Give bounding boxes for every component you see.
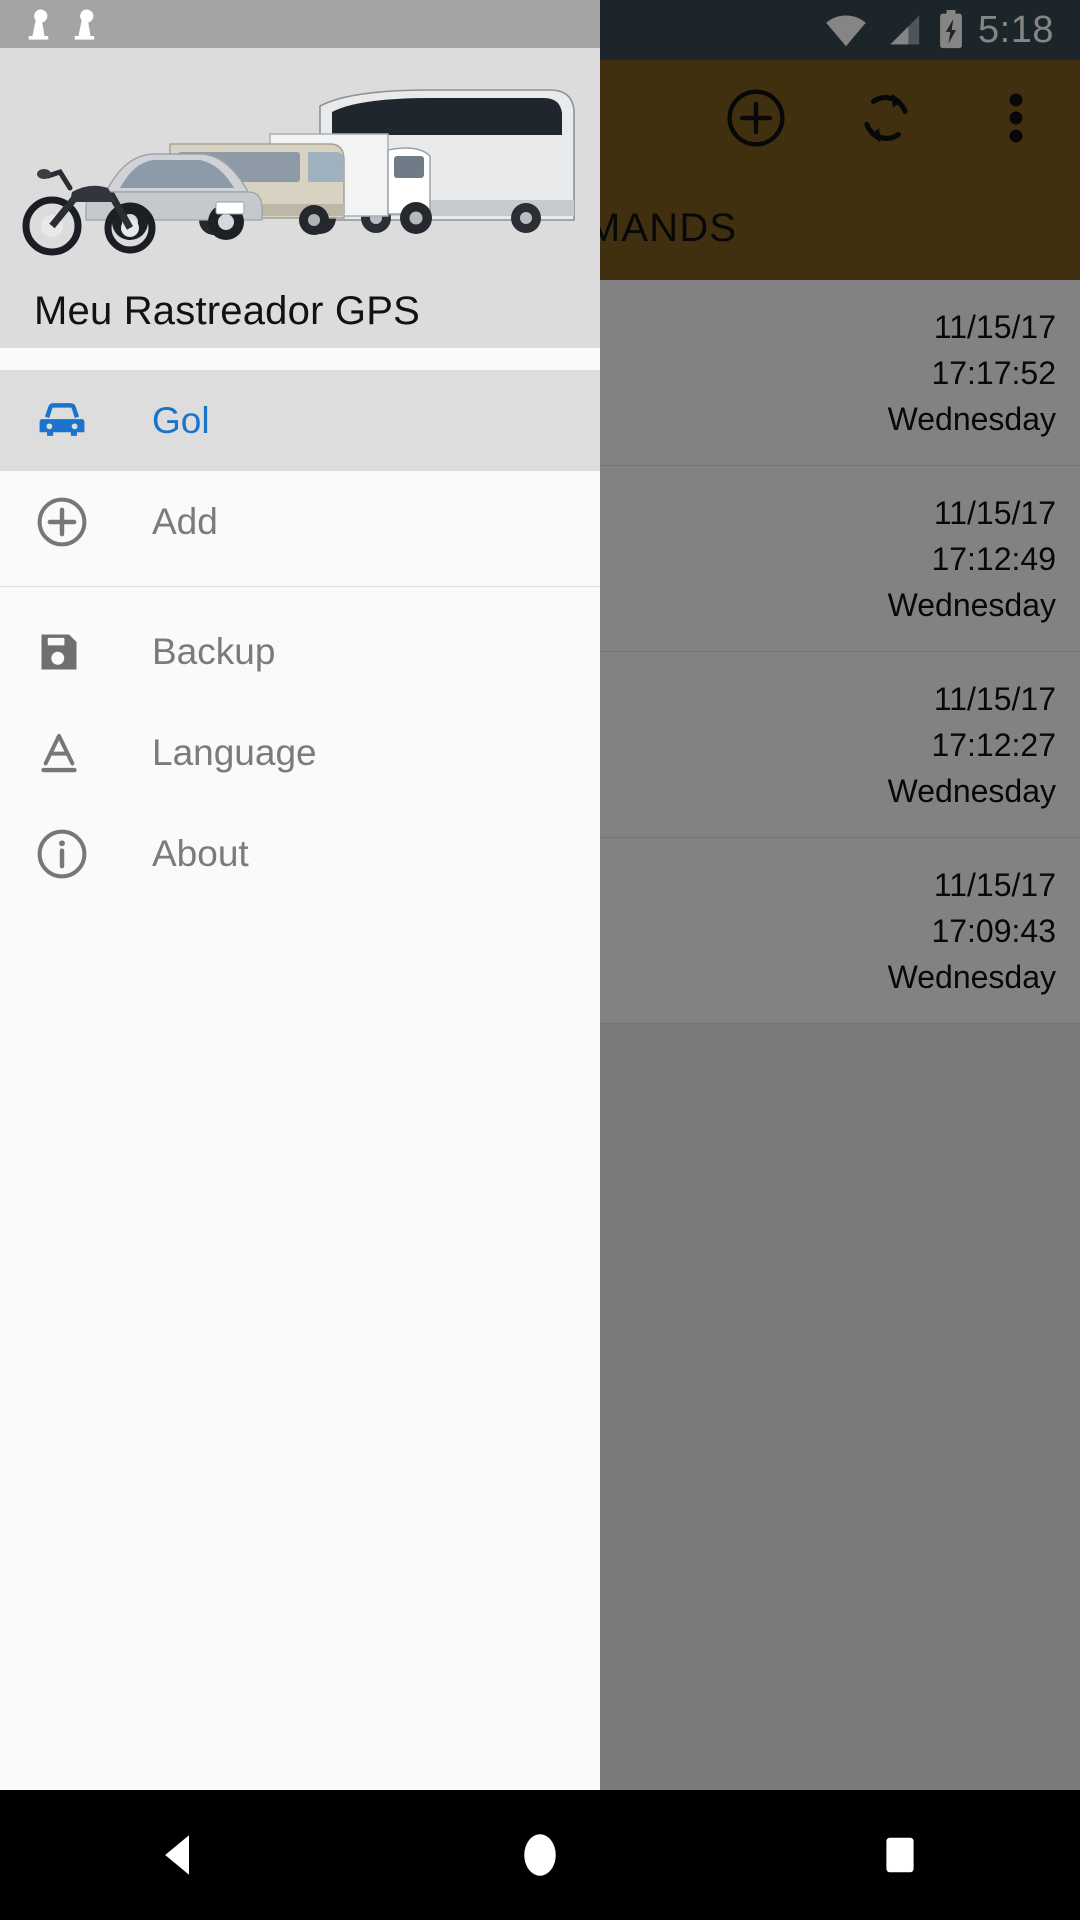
recents-square-icon[interactable]: [810, 1790, 990, 1920]
save-floppy-icon: [34, 627, 110, 677]
home-circle-icon[interactable]: [450, 1790, 630, 1920]
info-circle-icon: [34, 826, 110, 882]
satellite-tracker-free-icon: [28, 9, 49, 40]
sidebar-item-label: Gol: [152, 399, 210, 441]
drawer-status-overlay: [0, 0, 600, 48]
vehicle-fleet-photo: [22, 89, 575, 256]
add-circle-icon: [34, 494, 110, 550]
satellite-tracker-icon: [74, 9, 95, 40]
sidebar-item-label: Backup: [152, 630, 276, 672]
car-icon: [34, 393, 110, 449]
sidebar-item-label: Add: [152, 500, 218, 542]
sidebar-item-label: About: [152, 832, 249, 874]
drawer-header-title: Meu Rastreador GPS: [34, 289, 420, 333]
translate-a-icon: [34, 728, 110, 778]
sidebar-divider: [0, 586, 600, 587]
phone-screen: 5:18 OMMANDS 11/15/17 17:17:52 Wednesday…: [0, 0, 1080, 1920]
sidebar-item-label: Language: [152, 731, 317, 773]
navigation-drawer: Meu Rastreador GPS Gol Add Backup Langua…: [0, 0, 600, 1790]
back-triangle-icon[interactable]: [90, 1790, 270, 1920]
sidebar-item-backup[interactable]: Backup: [0, 601, 600, 702]
sidebar-item-about[interactable]: About: [0, 803, 600, 904]
sidebar-item-gol[interactable]: Gol: [0, 370, 600, 471]
drawer-header-gap: [0, 348, 600, 370]
system-navigation-bar: [0, 1790, 1080, 1920]
sidebar-item-add[interactable]: Add: [0, 471, 600, 572]
drawer-header: Meu Rastreador GPS: [0, 48, 600, 348]
sidebar-item-language[interactable]: Language: [0, 702, 600, 803]
